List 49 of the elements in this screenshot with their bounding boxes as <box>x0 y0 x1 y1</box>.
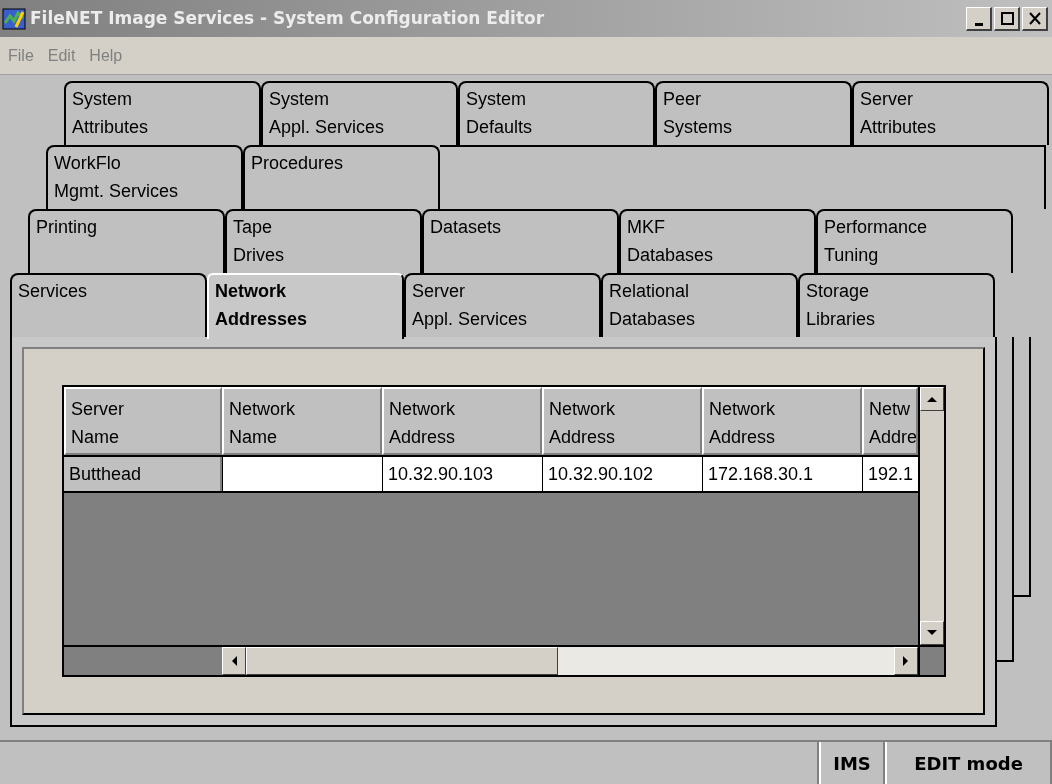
scroll-left-button[interactable] <box>222 647 246 675</box>
tab[interactable]: System Attributes <box>64 81 261 145</box>
vertical-scrollbar[interactable] <box>918 387 944 645</box>
tab[interactable]: Network Addresses <box>207 273 404 339</box>
scroll-up-button[interactable] <box>920 387 944 411</box>
tab[interactable]: Relational Databases <box>601 273 798 337</box>
scrollbar-thumb[interactable] <box>246 647 558 675</box>
app-icon <box>2 6 26 31</box>
tab[interactable]: WorkFlo Mgmt. Services <box>46 145 243 209</box>
tab[interactable]: Procedures <box>243 145 440 209</box>
column-header[interactable]: Network Address <box>382 387 542 455</box>
tab[interactable]: Storage Libraries <box>798 273 995 337</box>
maximize-button[interactable] <box>994 6 1020 31</box>
table-cell: 172.168.30.1 <box>702 457 862 491</box>
table-cell: 192.1 <box>862 457 918 491</box>
column-header[interactable]: Netw Addre <box>862 387 918 455</box>
table-cell: 10.32.90.103 <box>382 457 542 491</box>
column-header[interactable]: Network Name <box>222 387 382 455</box>
tab[interactable]: Server Appl. Services <box>404 273 601 337</box>
tab[interactable]: Server Attributes <box>852 81 1049 145</box>
close-icon <box>1028 11 1041 25</box>
column-header[interactable]: Server Name <box>64 387 222 455</box>
tab[interactable]: Printing <box>28 209 225 273</box>
tab[interactable]: Services <box>10 273 207 337</box>
tab[interactable]: MKF Databases <box>619 209 816 273</box>
table-cell: 10.32.90.102 <box>542 457 702 491</box>
status-field: EDIT mode <box>885 742 1052 784</box>
horizontal-scrollbar[interactable] <box>222 647 918 675</box>
column-header[interactable]: Network Address <box>702 387 862 455</box>
scroll-down-button[interactable] <box>920 621 944 645</box>
tab[interactable]: Datasets <box>422 209 619 273</box>
tab[interactable]: Performance Tuning <box>816 209 1013 273</box>
up-arrow-icon <box>926 395 938 403</box>
minimize-button[interactable] <box>966 6 992 31</box>
tab[interactable]: System Defaults <box>458 81 655 145</box>
tab[interactable]: Peer Systems <box>655 81 852 145</box>
window-title: FileNET Image Services - System Configuration Editor <box>30 6 545 30</box>
tab[interactable]: Tape Drives <box>225 209 422 273</box>
scroll-right-button[interactable] <box>894 647 918 675</box>
row-header: Butthead <box>64 457 222 491</box>
down-arrow-icon <box>926 629 938 637</box>
tab[interactable]: System Appl. Services <box>261 81 458 145</box>
maximize-icon <box>1000 11 1014 25</box>
close-button[interactable] <box>1022 6 1048 31</box>
column-header[interactable]: Network Address <box>542 387 702 455</box>
right-arrow-icon <box>902 655 910 667</box>
left-arrow-icon <box>230 655 238 667</box>
status-field: IMS <box>819 742 885 784</box>
minimize-icon <box>974 22 983 26</box>
